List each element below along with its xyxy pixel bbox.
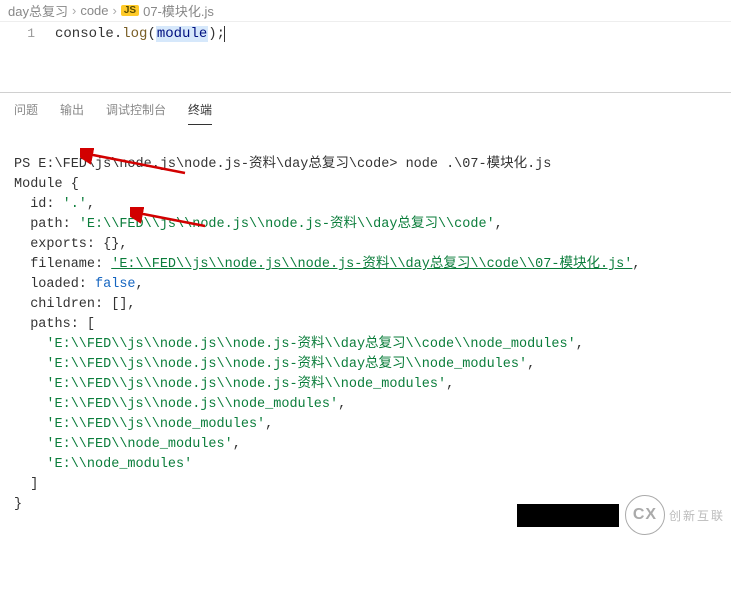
token-method: log — [122, 26, 147, 42]
code-editor[interactable]: 1 console.log(module); — [0, 22, 731, 92]
token-param-selected: module — [156, 26, 208, 42]
terminal-line: path: — [14, 217, 79, 232]
tab-debug-console[interactable]: 调试控制台 — [106, 101, 166, 125]
terminal-link[interactable]: 'E:\\FED\\js\\node.js\\node.js-资料\\day总复… — [111, 257, 632, 272]
tab-output[interactable]: 输出 — [60, 101, 84, 125]
tab-terminal[interactable]: 终端 — [188, 101, 212, 125]
terminal-path: 'E:\\FED\\js\\node.js\\node.js-资料\\day总复… — [46, 337, 575, 352]
terminal-path: 'E:\\node_modules' — [46, 457, 192, 472]
terminal-line: exports: {}, — [14, 237, 127, 252]
token-ident: console — [55, 26, 114, 42]
code-line[interactable]: console.log(module); — [55, 24, 225, 92]
terminal-command: node .\07-模块化.js — [406, 157, 552, 172]
breadcrumb: day总复习 › code › JS 07-模块化.js — [0, 0, 731, 22]
terminal-keyword: false — [95, 277, 136, 292]
terminal-path: 'E:\\FED\\js\\node.js\\node.js-资料\\day总复… — [46, 357, 527, 372]
watermark-text: 创新互联 — [669, 507, 725, 524]
terminal-line: children: [], — [14, 297, 136, 312]
terminal-path: 'E:\\FED\\node_modules' — [46, 437, 232, 452]
cursor — [224, 26, 225, 42]
watermark: CX 创新互联 — [517, 495, 725, 535]
breadcrumb-file[interactable]: 07-模块化.js — [143, 1, 214, 20]
token-punc: ( — [147, 26, 155, 42]
terminal-path: 'E:\\FED\\js\\node_modules' — [46, 417, 265, 432]
line-number: 1 — [0, 24, 55, 92]
terminal-line: filename: — [14, 257, 111, 272]
breadcrumb-seg[interactable]: code — [80, 3, 108, 18]
terminal-path: 'E:\\FED\\js\\node.js\\node_modules' — [46, 397, 338, 412]
tab-problems[interactable]: 问题 — [14, 101, 38, 125]
terminal-line: ] — [14, 477, 38, 492]
breadcrumb-seg[interactable]: day总复习 — [8, 1, 68, 20]
js-file-icon: JS — [121, 5, 139, 16]
terminal-path: 'E:\\FED\\js\\node.js\\node.js-资料\\node_… — [46, 377, 446, 392]
token-punc: . — [114, 26, 122, 42]
watermark-bar — [517, 504, 619, 527]
terminal-line: Module { — [14, 177, 79, 192]
terminal-line: loaded: — [14, 277, 95, 292]
terminal-line: paths: [ — [14, 317, 95, 332]
chevron-right-icon: › — [113, 3, 117, 18]
watermark-logo-icon: CX — [625, 495, 665, 535]
terminal-line: } — [14, 497, 22, 512]
terminal-string: '.' — [63, 197, 87, 212]
terminal-string: 'E:\\FED\\js\\node.js\\node.js-资料\\day总复… — [79, 217, 495, 232]
terminal-prompt: PS E:\FED\js\node.js\node.js-资料\day总复习\c… — [14, 157, 406, 172]
terminal-line: id: — [14, 197, 63, 212]
chevron-right-icon: › — [72, 3, 76, 18]
panel-tabs: 问题 输出 调试控制台 终端 — [0, 93, 731, 125]
token-punc: ) — [208, 26, 216, 42]
